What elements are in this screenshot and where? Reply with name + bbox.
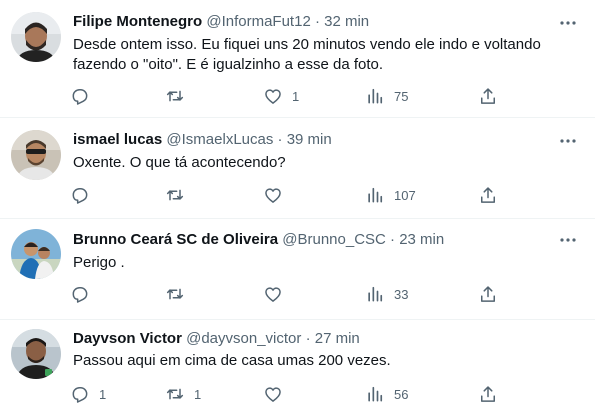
retweet-button[interactable] xyxy=(165,282,194,306)
separator-dot: · xyxy=(277,131,283,148)
more-horizontal-icon xyxy=(560,238,576,242)
avatar[interactable] xyxy=(11,329,61,379)
like-button[interactable] xyxy=(263,282,292,306)
more-options-button[interactable] xyxy=(558,131,578,151)
views-button[interactable]: 75 xyxy=(365,84,408,108)
tweet-1[interactable]: Filipe Montenegro @InformaFut12 · 32 min… xyxy=(0,0,595,118)
retweet-button[interactable] xyxy=(165,183,194,207)
views-count: 75 xyxy=(394,88,409,104)
views-button[interactable]: 33 xyxy=(365,282,408,306)
reply-icon xyxy=(72,89,88,105)
reply-button[interactable] xyxy=(70,282,99,306)
like-count: 1 xyxy=(292,88,300,104)
heart-icon xyxy=(265,287,281,302)
views-count: 107 xyxy=(394,187,416,203)
views-bar-chart-icon xyxy=(368,187,383,203)
tweet-time[interactable]: 23 min xyxy=(399,231,444,248)
author-name[interactable]: ismael lucas xyxy=(73,131,162,148)
author-handle[interactable]: @Brunno_CSC xyxy=(282,231,386,248)
retweet-icon xyxy=(166,90,184,102)
more-options-button[interactable] xyxy=(558,13,578,33)
views-bar-chart-icon xyxy=(368,386,383,402)
tweet-text-line: Passou aqui em cima de casa umas 200 vez… xyxy=(73,352,391,369)
share-icon xyxy=(481,386,495,402)
tweet-time[interactable]: 27 min xyxy=(315,330,360,347)
tweet-text: Desde ontem isso. Eu fiquei uns 20 minut… xyxy=(73,35,553,75)
reply-icon xyxy=(72,287,88,303)
avatar[interactable] xyxy=(11,229,61,279)
views-count: 56 xyxy=(394,386,409,402)
tweet-2[interactable]: ismael lucas @IsmaelxLucas · 39 min Oxen… xyxy=(0,118,595,219)
retweet-icon xyxy=(166,288,184,300)
avatar[interactable] xyxy=(11,130,61,180)
reply-icon xyxy=(72,387,88,403)
reply-icon xyxy=(72,188,88,204)
tweet-time[interactable]: 32 min xyxy=(324,13,369,30)
author-handle[interactable]: @dayvson_victor xyxy=(186,330,301,347)
reply-button[interactable] xyxy=(70,183,99,207)
views-button[interactable]: 56 xyxy=(365,382,408,406)
like-button[interactable] xyxy=(263,183,292,207)
retweet-button[interactable]: 1 xyxy=(165,382,201,406)
tweet-text-line: Perigo . xyxy=(73,254,125,271)
more-horizontal-icon xyxy=(560,21,576,25)
author-name[interactable]: Filipe Montenegro xyxy=(73,13,202,30)
heart-icon xyxy=(265,387,281,402)
retweet-icon xyxy=(166,189,184,201)
views-bar-chart-icon xyxy=(368,286,383,302)
author-handle[interactable]: @IsmaelxLucas xyxy=(166,131,273,148)
tweet-text-line: fazendo o "oito". E é igualzinho a esse … xyxy=(73,56,384,73)
action-bar: 33 xyxy=(70,282,510,306)
reply-count: 1 xyxy=(99,386,107,402)
share-icon xyxy=(481,88,495,104)
action-bar: 1 1 56 xyxy=(70,382,510,406)
share-icon xyxy=(481,286,495,302)
tweet-header: Brunno Ceará SC de Oliveira @Brunno_CSC … xyxy=(73,230,444,250)
share-button[interactable] xyxy=(478,84,498,108)
views-count: 33 xyxy=(394,286,409,302)
separator-dot: · xyxy=(314,13,320,30)
separator-dot: · xyxy=(390,231,396,248)
like-button[interactable] xyxy=(263,382,292,406)
tweet-text: Perigo . xyxy=(73,253,553,273)
author-handle[interactable]: @InformaFut12 xyxy=(206,13,310,30)
retweet-button[interactable] xyxy=(165,84,194,108)
views-bar-chart-icon xyxy=(368,88,383,104)
reply-button[interactable]: 1 xyxy=(70,382,106,406)
avatar[interactable] xyxy=(11,12,61,62)
tweet-time[interactable]: 39 min xyxy=(287,131,332,148)
separator-dot: · xyxy=(305,330,311,347)
action-bar: 1 75 xyxy=(70,84,510,108)
author-name[interactable]: Dayvson Victor xyxy=(73,330,182,347)
reply-button[interactable] xyxy=(70,84,99,108)
share-button[interactable] xyxy=(478,282,498,306)
author-name[interactable]: Brunno Ceará SC de Oliveira xyxy=(73,231,278,248)
tweet-header: Dayvson Victor @dayvson_victor · 27 min xyxy=(73,329,360,349)
tweet-text: Passou aqui em cima de casa umas 200 vez… xyxy=(73,351,553,371)
tweet-3[interactable]: Brunno Ceará SC de Oliveira @Brunno_CSC … xyxy=(0,219,595,320)
more-options-button[interactable] xyxy=(558,230,578,250)
more-horizontal-icon xyxy=(560,139,576,143)
tweet-text: Oxente. O que tá acontecendo? xyxy=(73,153,553,173)
action-bar: 107 xyxy=(70,183,510,207)
tweet-text-line: Oxente. O que tá acontecendo? xyxy=(73,154,286,171)
like-button[interactable]: 1 xyxy=(263,84,299,108)
heart-icon xyxy=(265,188,281,203)
retweet-icon xyxy=(166,388,184,400)
tweet-header: ismael lucas @IsmaelxLucas · 39 min xyxy=(73,130,332,150)
views-button[interactable]: 107 xyxy=(365,183,416,207)
retweet-count: 1 xyxy=(194,386,202,402)
tweet-4[interactable]: Dayvson Victor @dayvson_victor · 27 min … xyxy=(0,320,595,418)
share-icon xyxy=(481,187,495,203)
tweet-header: Filipe Montenegro @InformaFut12 · 32 min xyxy=(73,12,369,32)
share-button[interactable] xyxy=(478,183,498,207)
tweet-text-line: Desde ontem isso. Eu fiquei uns 20 minut… xyxy=(73,36,541,53)
heart-icon xyxy=(265,89,281,104)
share-button[interactable] xyxy=(478,382,498,406)
